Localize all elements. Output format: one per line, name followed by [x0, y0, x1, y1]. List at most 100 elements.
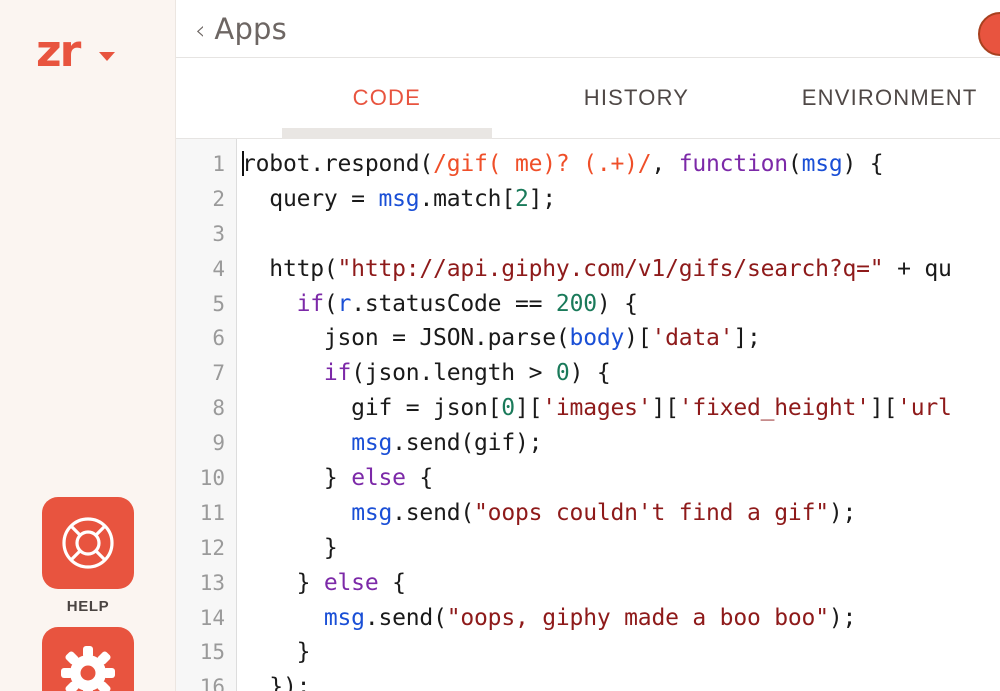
tab-environment[interactable]: ENVIRONMENT	[779, 58, 1000, 139]
code-token-plain: (	[324, 291, 338, 317]
breadcrumb-back-apps[interactable]: ‹ Apps	[195, 12, 287, 46]
gear-icon	[59, 644, 117, 691]
code-token-str: 'images'	[542, 395, 651, 421]
code-line[interactable]	[242, 217, 1000, 252]
code-token-plain: ][	[870, 395, 897, 421]
code-line[interactable]: gif = json[0]['images']['fixed_height'][…	[242, 391, 1000, 426]
code-line[interactable]: robot.respond(/gif( me)? (.+)/, function…	[242, 147, 1000, 182]
code-token-var: msg	[378, 186, 419, 212]
code-token-plain: });	[242, 674, 310, 691]
code-token-str: 'data'	[651, 325, 733, 351]
code-token-var: msg	[351, 430, 392, 456]
sidebar-item-help[interactable]: HELP	[0, 497, 176, 615]
code-line[interactable]: if(json.length > 0) {	[242, 356, 1000, 391]
sidebar: zr HELP	[0, 0, 176, 691]
code-token-plain: .send(	[365, 605, 447, 631]
line-number: 8	[176, 391, 225, 426]
breadcrumb-label: Apps	[214, 12, 287, 46]
code-line[interactable]: });	[242, 670, 1000, 691]
code-token-plain: ];	[733, 325, 760, 351]
code-token-plain: )[	[624, 325, 651, 351]
code-editor[interactable]: 12345678910111213141516 robot.respond(/g…	[176, 139, 1000, 691]
code-token-plain	[242, 430, 351, 456]
code-token-plain	[242, 500, 351, 526]
topbar-action-button[interactable]	[978, 12, 1000, 56]
code-token-var: msg	[802, 151, 843, 177]
line-number: 13	[176, 566, 225, 601]
tab-code[interactable]: CODE	[282, 58, 492, 139]
code-token-plain: {	[378, 570, 405, 596]
sidebar-item-label-help: HELP	[67, 598, 109, 615]
code-token-plain: }	[242, 639, 310, 665]
line-number: 3	[176, 217, 225, 252]
code-line[interactable]: }	[242, 635, 1000, 670]
line-number: 6	[176, 321, 225, 356]
code-token-plain	[242, 605, 324, 631]
main-panel: ‹ Apps CODE HISTORY ENVIRONMENT 12345678…	[176, 0, 1000, 691]
code-token-plain: );	[829, 500, 856, 526]
code-token-regex: /gif( me)? (.+)/	[433, 151, 651, 177]
code-line[interactable]: msg.send("oops, giphy made a boo boo");	[242, 601, 1000, 636]
code-line[interactable]: json = JSON.parse(body)['data'];	[242, 321, 1000, 356]
code-token-kw: else	[324, 570, 379, 596]
code-token-plain: );	[829, 605, 856, 631]
code-token-plain: (json.length >	[351, 360, 556, 386]
line-number-gutter: 12345678910111213141516	[176, 139, 237, 691]
code-line[interactable]: msg.send(gif);	[242, 426, 1000, 461]
code-token-plain: ][	[651, 395, 678, 421]
line-number: 9	[176, 426, 225, 461]
code-token-plain: ,	[651, 151, 678, 177]
chevron-down-icon[interactable]	[99, 52, 115, 61]
tab-code-label: CODE	[353, 85, 421, 111]
sidebar-item-settings[interactable]	[0, 627, 176, 691]
code-line[interactable]: http("http://api.giphy.com/v1/gifs/searc…	[242, 252, 1000, 287]
code-token-var: r	[338, 291, 352, 317]
sidebar-nav-bottom: HELP	[0, 497, 176, 691]
code-token-plain: ) {	[843, 151, 884, 177]
code-token-plain: .send(gif);	[392, 430, 542, 456]
code-token-num: 0	[556, 360, 570, 386]
code-token-num: 2	[515, 186, 529, 212]
code-line[interactable]: } else {	[242, 461, 1000, 496]
code-token-plain: (	[788, 151, 802, 177]
settings-tile[interactable]	[42, 627, 134, 691]
code-token-kw: else	[351, 465, 406, 491]
code-token-num: 200	[556, 291, 597, 317]
code-token-plain: http(	[242, 256, 338, 282]
code-token-kw: function	[679, 151, 788, 177]
code-token-var: msg	[351, 500, 392, 526]
tab-history[interactable]: HISTORY	[554, 58, 720, 139]
code-token-plain: .send(	[392, 500, 474, 526]
code-token-plain: ][	[515, 395, 542, 421]
line-number: 16	[176, 670, 225, 691]
code-line[interactable]: } else {	[242, 566, 1000, 601]
line-number: 2	[176, 182, 225, 217]
line-number: 5	[176, 287, 225, 322]
code-line[interactable]: if(r.statusCode == 200) {	[242, 287, 1000, 322]
code-token-plain: + qu	[883, 256, 951, 282]
code-line[interactable]: }	[242, 531, 1000, 566]
line-number: 11	[176, 496, 225, 531]
code-line[interactable]: msg.send("oops couldn't find a gif");	[242, 496, 1000, 531]
code-token-plain: ) {	[570, 360, 611, 386]
tab-bar: CODE HISTORY ENVIRONMENT	[176, 58, 1000, 139]
code-token-plain: gif = json[	[242, 395, 501, 421]
code-token-str: "oops couldn't find a gif"	[474, 500, 829, 526]
code-token-str: "oops, giphy made a boo boo"	[447, 605, 829, 631]
code-token-kw: if	[297, 291, 324, 317]
code-token-plain: }	[242, 570, 324, 596]
brand-logo-group[interactable]: zr	[0, 0, 175, 74]
help-tile[interactable]	[42, 497, 134, 589]
line-number: 12	[176, 531, 225, 566]
code-token-var: body	[570, 325, 625, 351]
code-content[interactable]: robot.respond(/gif( me)? (.+)/, function…	[237, 139, 1000, 691]
tab-history-label: HISTORY	[584, 85, 689, 111]
code-line[interactable]: query = msg.match[2];	[242, 182, 1000, 217]
code-token-plain: json = JSON.parse(	[242, 325, 570, 351]
code-token-plain: }	[242, 535, 338, 561]
line-number: 7	[176, 356, 225, 391]
code-token-num: 0	[501, 395, 515, 421]
code-token-plain: .statusCode ==	[351, 291, 556, 317]
tab-environment-label: ENVIRONMENT	[802, 85, 978, 111]
line-number: 14	[176, 601, 225, 636]
